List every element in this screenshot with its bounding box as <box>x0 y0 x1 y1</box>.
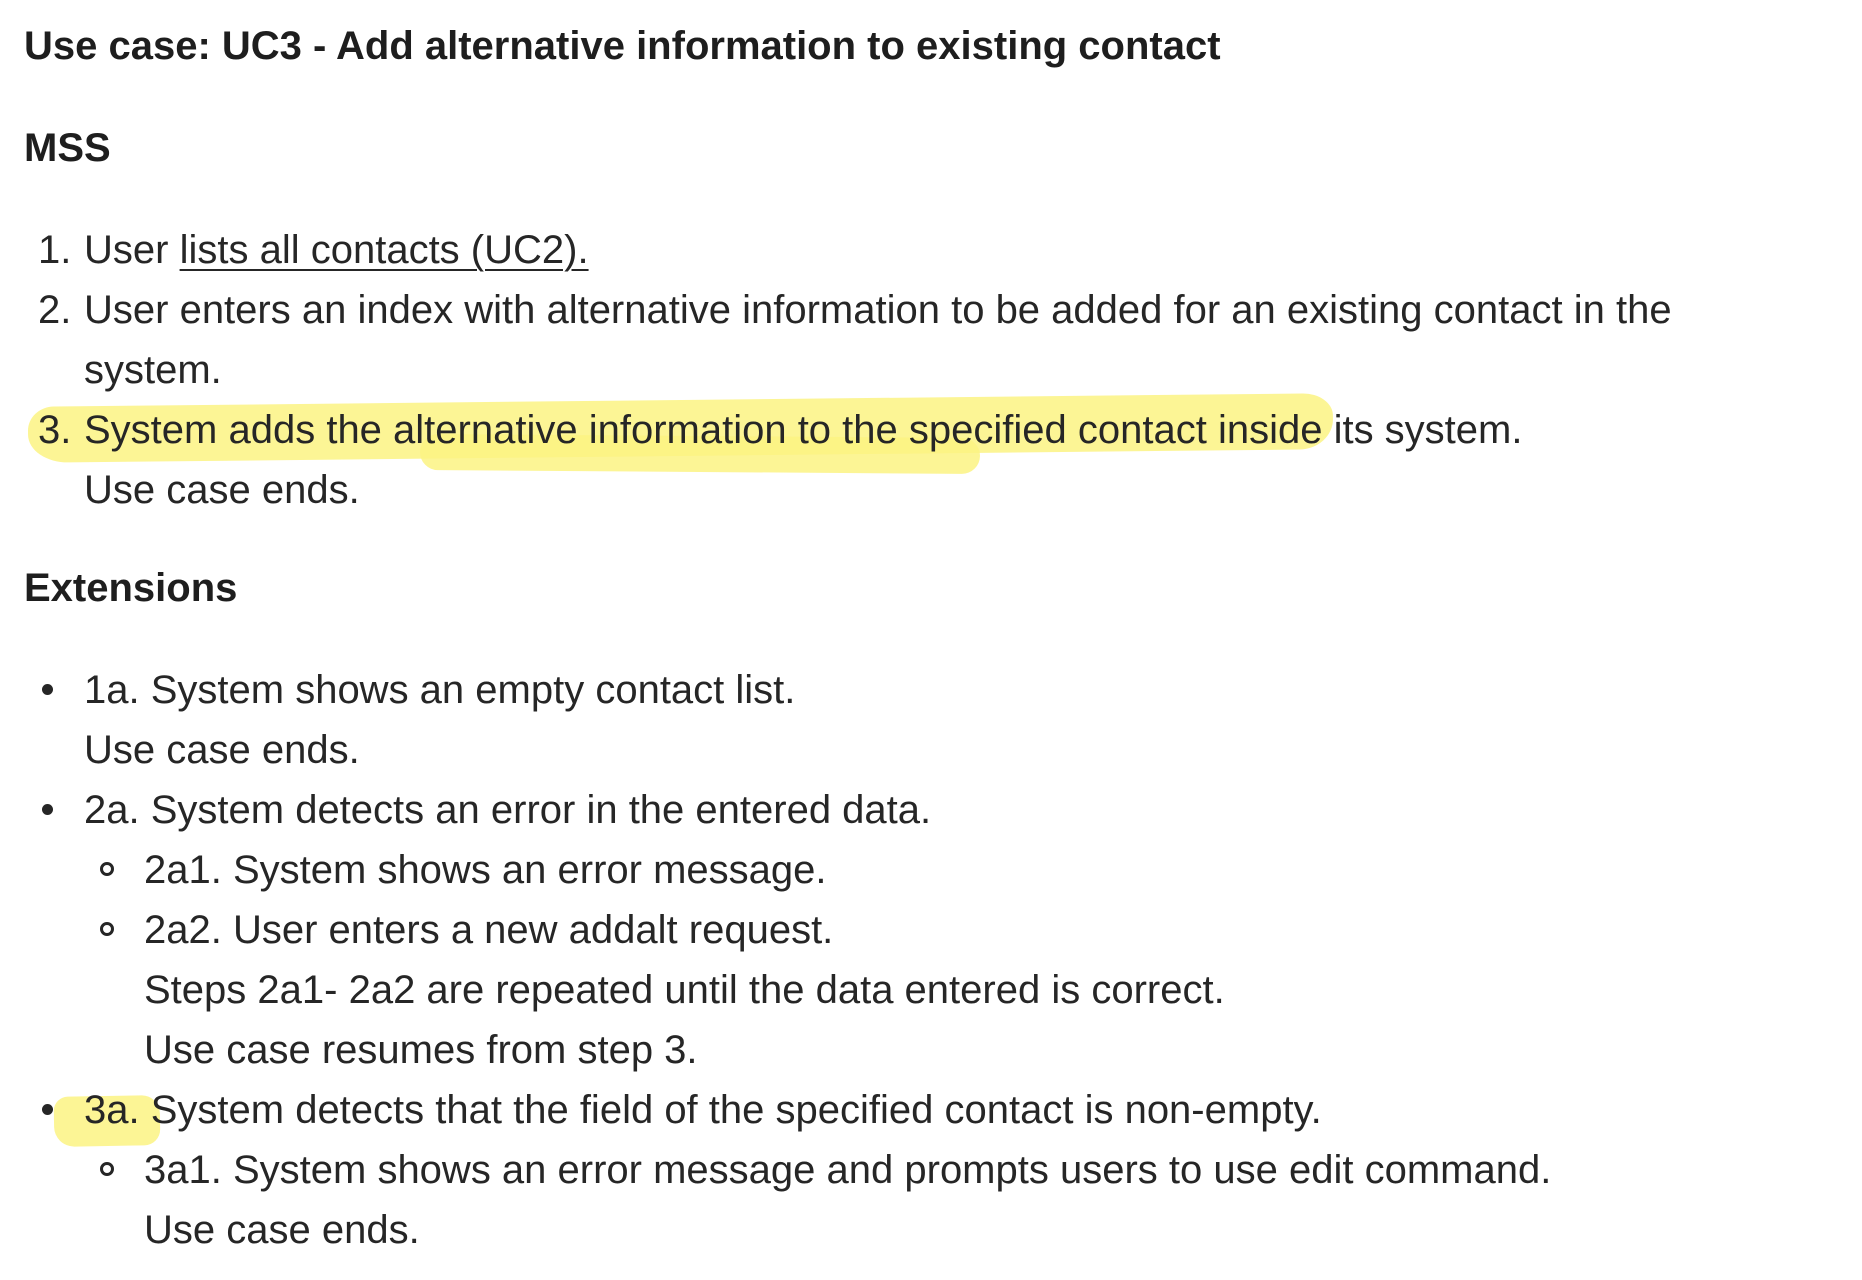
ext-3a1-line-2: Use case ends. <box>144 1208 420 1252</box>
ext-3a1: 3a1. System shows an error message and p… <box>144 1148 1552 1192</box>
ext-3a-line-1: 3a. System detects that the field of the… <box>84 1088 1322 1132</box>
mss-step-3-line-2: Use case ends. <box>84 468 360 512</box>
extensions-heading: Extensions <box>24 566 238 610</box>
uc2-link[interactable]: lists all contacts (UC2). <box>180 228 589 272</box>
mss-heading: MSS <box>24 126 111 170</box>
ext-2a2: 2a2. User enters a new addalt request. <box>144 908 834 952</box>
ext-2a-line-1: 2a. System detects an error in the enter… <box>84 788 932 832</box>
bullet-icon <box>42 804 53 815</box>
mss-step-1-number: 1. <box>38 228 72 272</box>
ext-1a-line-1: 1a. System shows an empty contact list. <box>84 668 796 712</box>
mss-step-3-number: 3. <box>38 408 72 452</box>
bullet-icon <box>42 1104 53 1115</box>
ext-2a1: 2a1. System shows an error message. <box>144 848 827 892</box>
mss-step-2-line-1: User enters an index with alternative in… <box>84 288 1672 332</box>
ext-2a2-line-2: Steps 2a1- 2a2 are repeated until the da… <box>144 968 1225 1012</box>
sub-bullet-icon <box>100 862 114 876</box>
mss-step-3-line-1: System adds the alternative information … <box>84 408 1523 452</box>
mss-step-2-number: 2. <box>38 288 72 332</box>
bullet-icon <box>42 684 53 695</box>
sub-bullet-icon <box>100 922 114 936</box>
sub-bullet-icon <box>100 1162 114 1176</box>
mss-step-1: User lists all contacts (UC2). <box>84 220 589 280</box>
ext-1a-line-2: Use case ends. <box>84 728 360 772</box>
mss-step-2-line-2: system. <box>84 348 222 392</box>
mss-step-1-prefix: User <box>84 228 180 272</box>
ext-2a2-line-3: Use case resumes from step 3. <box>144 1028 698 1072</box>
document-page: Use case: UC3 - Add alternative informat… <box>0 0 1862 1280</box>
page-title: Use case: UC3 - Add alternative informat… <box>24 24 1221 68</box>
